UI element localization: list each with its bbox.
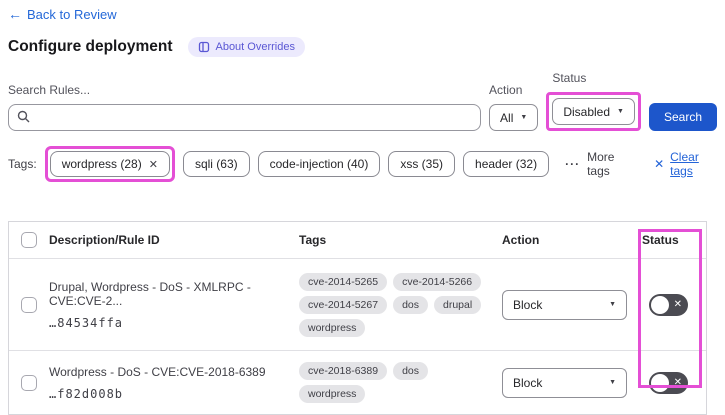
toggle-knob: [651, 373, 669, 392]
rule-status-toggle[interactable]: ✕: [649, 371, 688, 394]
tag-filter-label: sqli (63): [194, 157, 238, 171]
rule-action-dropdown[interactable]: Block ▼: [502, 289, 627, 320]
action-filter-group: Action All ▼: [489, 83, 539, 131]
row-checkbox[interactable]: [21, 374, 37, 391]
search-button[interactable]: Search: [648, 103, 717, 131]
chevron-down-icon: ▼: [609, 301, 616, 308]
back-arrow-icon: ←: [8, 6, 22, 22]
row-checkbox[interactable]: [21, 296, 37, 313]
search-rules-input[interactable]: [8, 104, 482, 131]
rule-tag: cve-2018-6389: [299, 362, 388, 380]
about-overrides-label: About Overrides: [215, 41, 295, 53]
tag-filter-xss[interactable]: xss (35): [388, 151, 456, 177]
tags-label: Tags:: [8, 157, 37, 171]
column-header-action: Action: [502, 233, 540, 247]
remove-tag-icon[interactable]: ✕: [149, 158, 158, 171]
rule-tag: dos: [393, 362, 428, 380]
tag-filter-header[interactable]: header (32): [463, 151, 550, 177]
toggle-knob: [651, 295, 669, 314]
action-dropdown[interactable]: All ▼: [489, 104, 539, 131]
rule-id: …84534ffa: [49, 315, 124, 330]
chevron-down-icon: ▼: [609, 379, 616, 386]
rule-description: Wordpress - DoS - CVE:CVE-2018-6389: [49, 364, 266, 379]
rule-id: …f82d008b: [49, 386, 124, 401]
tag-filter-label: header (32): [475, 157, 538, 171]
rule-description: Drupal, Wordpress - DoS - XMLRPC - CVE:C…: [49, 279, 251, 308]
toggle-off-icon: ✕: [673, 298, 682, 310]
more-tags-button[interactable]: ··· More tags: [565, 150, 632, 178]
column-header-description: Description/Rule ID: [49, 233, 160, 247]
rule-tag: cve-2014-5267: [299, 295, 388, 314]
ellipsis-icon: ···: [565, 157, 581, 171]
rule-action-dropdown[interactable]: Block ▼: [502, 367, 627, 398]
chevron-down-icon: ▼: [520, 114, 528, 121]
tag-filter-label: xss (35): [400, 157, 444, 171]
tag-filter-label: wordpress (28): [61, 157, 142, 171]
configure-deployment-page: ← Back to Review Configure deployment Ab…: [0, 0, 725, 415]
toggle-off-icon: ✕: [673, 376, 682, 388]
status-label: Status: [552, 71, 587, 85]
rule-tag: wordpress: [299, 318, 366, 337]
docs-icon: [198, 41, 210, 53]
clear-icon: ✕: [654, 157, 665, 171]
action-dropdown-value: All: [500, 110, 514, 125]
chevron-down-icon: ▼: [617, 108, 624, 115]
rule-status-toggle[interactable]: ✕: [649, 293, 688, 316]
search-icon: [17, 110, 30, 128]
clear-tags-label: Clear tags: [670, 150, 699, 178]
back-to-review-link[interactable]: ← Back to Review: [8, 7, 117, 22]
action-label: Action: [489, 83, 523, 97]
rules-table: Description/Rule ID Tags Action Status D…: [8, 221, 707, 415]
rule-tag: drupal: [434, 295, 482, 314]
rule-tags: cve-2018-6389 dos wordpress: [299, 362, 502, 403]
tag-filter-label: code-injection (40): [269, 157, 369, 171]
tag-filter-code-injection[interactable]: code-injection (40): [257, 151, 381, 177]
table-row: Drupal, Wordpress - DoS - XMLRPC - CVE:C…: [9, 258, 706, 350]
rule-action-value: Block: [513, 297, 543, 312]
status-filter-group: Status Disabled ▼: [546, 71, 641, 131]
status-dropdown-value: Disabled: [563, 104, 611, 119]
selected-tag-highlight: wordpress (28) ✕: [44, 146, 175, 182]
rule-tag: cve-2014-5265: [299, 272, 388, 291]
more-tags-label: More tags: [587, 150, 615, 178]
tag-filter-sqli[interactable]: sqli (63): [182, 151, 250, 177]
about-overrides-badge[interactable]: About Overrides: [188, 37, 305, 57]
rule-tag: dos: [393, 295, 428, 314]
back-link-label: Back to Review: [27, 6, 117, 22]
column-header-status: Status: [642, 233, 679, 247]
page-title: Configure deployment: [8, 38, 173, 55]
search-rules-label: Search Rules...: [8, 83, 91, 97]
rule-tag: cve-2014-5266: [393, 272, 482, 291]
column-header-tags: Tags: [299, 233, 327, 247]
table-row: Wordpress - DoS - CVE:CVE-2018-6389 …f82…: [9, 350, 706, 414]
table-header-row: Description/Rule ID Tags Action Status: [9, 222, 706, 258]
rule-tag: wordpress: [299, 385, 366, 403]
status-dropdown-highlight: Disabled ▼: [546, 92, 641, 131]
status-dropdown[interactable]: Disabled ▼: [552, 98, 635, 125]
clear-tags-button[interactable]: ✕ Clear tags: [654, 150, 717, 178]
rule-tags: cve-2014-5265 cve-2014-5266 cve-2014-526…: [299, 272, 502, 337]
rule-action-value: Block: [513, 375, 543, 390]
select-all-checkbox[interactable]: [21, 232, 37, 248]
tag-filter-wordpress[interactable]: wordpress (28) ✕: [49, 151, 170, 177]
